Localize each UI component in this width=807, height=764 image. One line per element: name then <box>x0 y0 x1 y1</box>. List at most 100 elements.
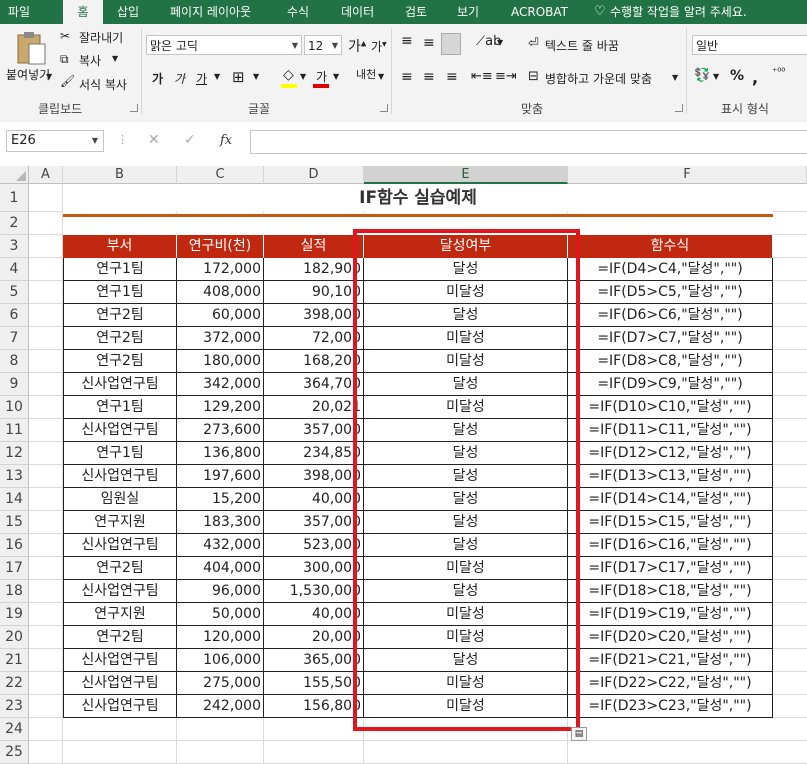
table-cell[interactable]: 273,600 <box>177 419 264 442</box>
tab-view[interactable]: 보기 <box>457 0 479 24</box>
table-cell[interactable]: 미달성 <box>364 603 568 626</box>
table-cell[interactable]: 연구2팀 <box>63 626 177 649</box>
table-cell[interactable]: 408,000 <box>177 281 264 304</box>
table-cell[interactable]: 신사업연구팀 <box>63 695 177 718</box>
table-cell[interactable]: 365,000 <box>264 649 364 672</box>
phonetic-icon[interactable]: 내천 <box>356 66 376 82</box>
table-cell[interactable]: 40,000 <box>264 603 364 626</box>
table-cell[interactable]: =IF(D20>C20,"달성","") <box>568 626 773 649</box>
tab-data[interactable]: 데이터 <box>341 0 374 24</box>
table-cell[interactable]: =IF(D15>C15,"달성","") <box>568 511 773 534</box>
table-cell[interactable]: 미달성 <box>364 327 568 350</box>
table-cell[interactable]: 197,600 <box>177 465 264 488</box>
wrap-text-icon[interactable]: ⏎ <box>528 36 539 51</box>
row-header-10[interactable]: 10 <box>0 396 29 419</box>
table-cell[interactable]: 미달성 <box>364 695 568 718</box>
table-cell[interactable]: 168,200 <box>264 350 364 373</box>
merge-center-button[interactable]: 병합하고 가운데 맞춤 <box>545 70 652 87</box>
border-dropdown-icon[interactable]: ▼ <box>253 72 259 81</box>
table-cell[interactable]: 398,000 <box>264 304 364 327</box>
font-size-combo[interactable]: 12 ▼ <box>304 35 342 55</box>
italic-icon[interactable]: 가 <box>174 70 185 87</box>
table-cell[interactable]: 404,000 <box>177 557 264 580</box>
table-cell[interactable]: =IF(D18>C18,"달성","") <box>568 580 773 603</box>
table-cell[interactable]: 달성 <box>364 511 568 534</box>
cut-button[interactable]: 잘라내기 <box>79 29 123 46</box>
row-header-4[interactable]: 4 <box>0 258 29 281</box>
row-header-17[interactable]: 17 <box>0 557 29 580</box>
row-header-7[interactable]: 7 <box>0 327 29 350</box>
table-cell[interactable]: 연구2팀 <box>63 327 177 350</box>
table-cell[interactable]: =IF(D17>C17,"달성","") <box>568 557 773 580</box>
row-header-9[interactable]: 9 <box>0 373 29 396</box>
merge-center-icon[interactable]: ⊟ <box>528 69 539 84</box>
table-cell[interactable]: 242,000 <box>177 695 264 718</box>
table-cell[interactable]: 523,000 <box>264 534 364 557</box>
table-cell[interactable]: 미달성 <box>364 350 568 373</box>
format-painter-button[interactable]: 서식 복사 <box>79 76 127 93</box>
table-cell[interactable]: =IF(D14>C14,"달성","") <box>568 488 773 511</box>
table-cell[interactable]: 364,700 <box>264 373 364 396</box>
font-name-combo[interactable]: 맑은 고딕 ▼ <box>146 35 302 55</box>
table-cell[interactable]: =IF(D16>C16,"달성","") <box>568 534 773 557</box>
row-header-8[interactable]: 8 <box>0 350 29 373</box>
col-header-a[interactable]: A <box>29 166 63 184</box>
table-cell[interactable]: 미달성 <box>364 557 568 580</box>
table-cell[interactable]: 156,800 <box>264 695 364 718</box>
table-cell[interactable]: =IF(D21>C21,"달성","") <box>568 649 773 672</box>
table-cell[interactable]: =IF(D23>C23,"달성","") <box>568 695 773 718</box>
paste-button[interactable]: 붙여넣기 <box>6 66 50 83</box>
table-cell[interactable]: 155,500 <box>264 672 364 695</box>
table-cell[interactable]: =IF(D9>C9,"달성","") <box>568 373 773 396</box>
row-header-2[interactable]: 2 <box>0 212 29 235</box>
table-cell[interactable]: 90,100 <box>264 281 364 304</box>
table-cell[interactable]: 신사업연구팀 <box>63 672 177 695</box>
table-cell[interactable]: 달성 <box>364 419 568 442</box>
table-cell[interactable]: =IF(D19>C19,"달성","") <box>568 603 773 626</box>
cut-icon[interactable]: ✂ <box>60 29 70 43</box>
table-cell[interactable]: 달성 <box>364 534 568 557</box>
align-center-icon[interactable]: ≡ <box>423 69 435 85</box>
font-color-dropdown-icon[interactable]: ▼ <box>333 72 339 81</box>
accounting-format-icon[interactable]: 💱 <box>694 68 710 83</box>
table-cell[interactable]: 172,000 <box>177 258 264 281</box>
table-header-cell[interactable]: 연구비(천) <box>177 235 264 258</box>
col-header-f[interactable]: F <box>568 166 807 184</box>
align-right-icon[interactable]: ≡ <box>446 69 458 85</box>
table-cell[interactable]: 연구1팀 <box>63 258 177 281</box>
table-cell[interactable]: 연구1팀 <box>63 281 177 304</box>
phonetic-dropdown-icon[interactable]: ▼ <box>378 72 384 81</box>
border-icon[interactable]: ⊞ <box>232 68 245 86</box>
select-all-corner[interactable] <box>0 166 29 184</box>
row-header-21[interactable]: 21 <box>0 649 29 672</box>
alignment-launcher-icon[interactable] <box>675 104 683 112</box>
table-cell[interactable]: 달성 <box>364 465 568 488</box>
increase-decimal-icon[interactable]: ⁺⁰⁰ <box>772 67 785 78</box>
table-cell[interactable]: 달성 <box>364 373 568 396</box>
table-cell[interactable]: =IF(D12>C12,"달성","") <box>568 442 773 465</box>
row-header-16[interactable]: 16 <box>0 534 29 557</box>
comma-style-icon[interactable]: , <box>752 68 758 87</box>
formula-input[interactable] <box>250 130 807 154</box>
row-header-12[interactable]: 12 <box>0 442 29 465</box>
increase-font-icon[interactable]: 가▲ <box>348 36 366 56</box>
table-cell[interactable]: 136,800 <box>177 442 264 465</box>
table-cell[interactable]: 임원실 <box>63 488 177 511</box>
row-header-1[interactable]: 1 <box>0 184 29 212</box>
table-cell[interactable]: 달성 <box>364 488 568 511</box>
tab-home[interactable]: 홈 <box>63 0 103 24</box>
table-cell[interactable]: 연구1팀 <box>63 442 177 465</box>
table-cell[interactable]: 234,850 <box>264 442 364 465</box>
table-cell[interactable]: =IF(D5>C5,"달성","") <box>568 281 773 304</box>
row-header-14[interactable]: 14 <box>0 488 29 511</box>
table-cell[interactable]: 72,000 <box>264 327 364 350</box>
row-header-25[interactable]: 25 <box>0 741 29 764</box>
wrap-text-button[interactable]: 텍스트 줄 바꿈 <box>545 37 619 54</box>
copy-button[interactable]: 복사 <box>79 52 101 69</box>
col-header-d[interactable]: D <box>264 166 364 184</box>
row-header-13[interactable]: 13 <box>0 465 29 488</box>
table-cell[interactable]: 달성 <box>364 580 568 603</box>
table-cell[interactable]: 96,000 <box>177 580 264 603</box>
table-cell[interactable]: 106,000 <box>177 649 264 672</box>
copy-icon[interactable]: ⧉ <box>60 52 69 67</box>
